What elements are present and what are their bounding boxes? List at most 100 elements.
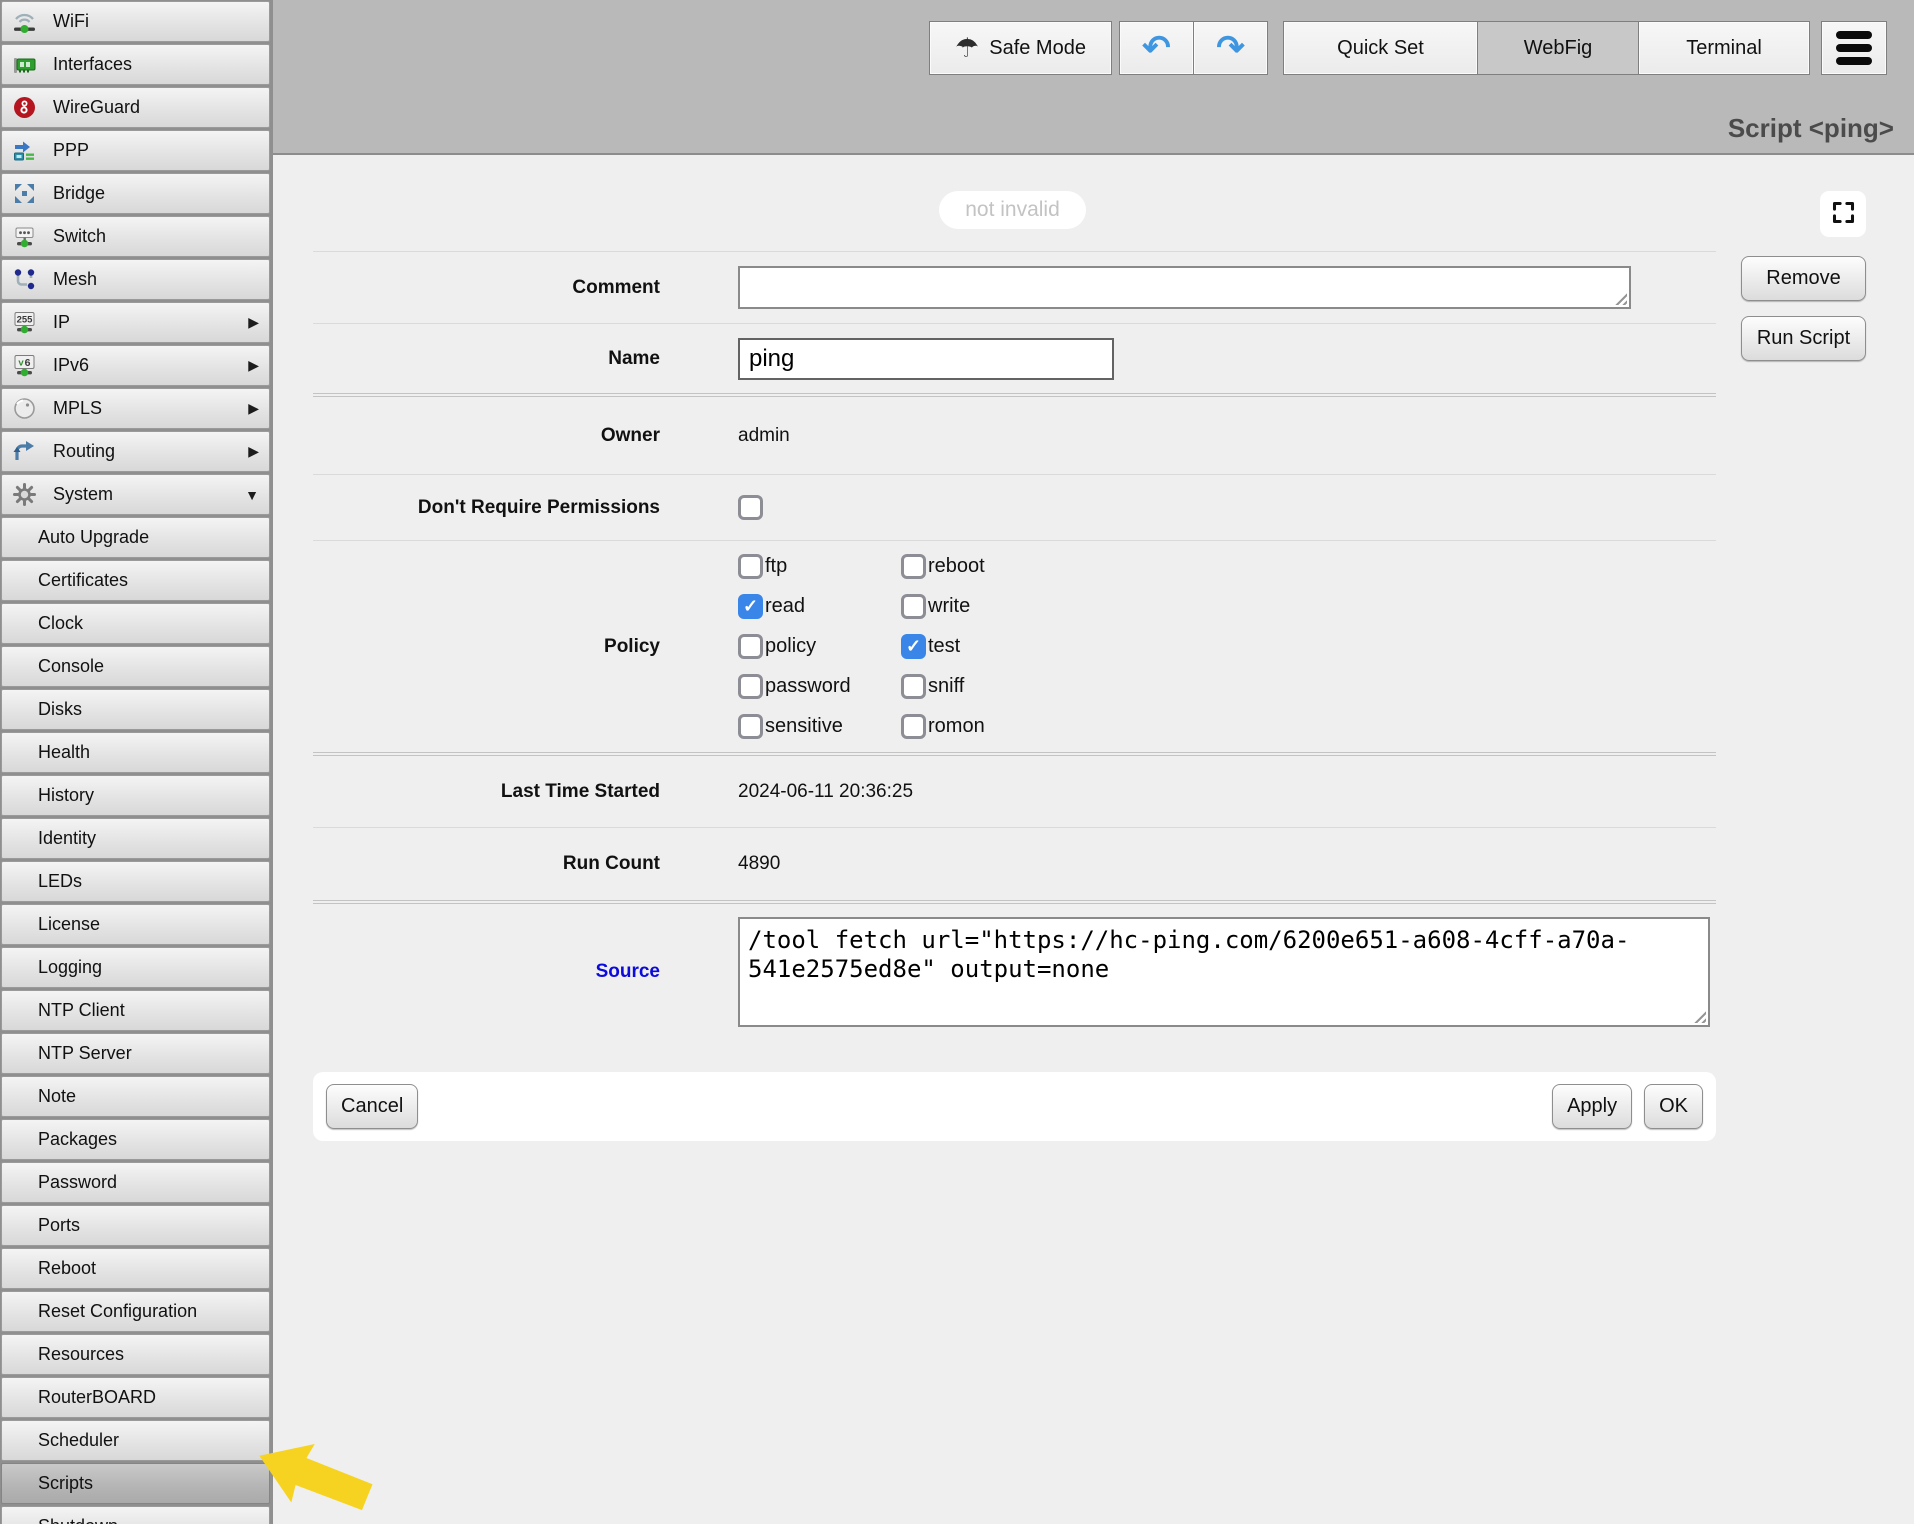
sidebar-item-mesh[interactable]: Mesh [1, 259, 270, 300]
terminal-button[interactable]: Terminal [1638, 21, 1810, 75]
safe-mode-label: Safe Mode [989, 37, 1086, 60]
sidebar-item-label: Shutdown [38, 1516, 118, 1524]
sidebar-item-switch[interactable]: Switch [1, 216, 270, 257]
policy-option-test[interactable]: ✓test [901, 634, 985, 659]
undo-button[interactable]: ↶ [1119, 21, 1194, 75]
owner-value: admin [738, 425, 790, 447]
sidebar-item-scripts[interactable]: Scripts [1, 1463, 270, 1504]
policy-option-label: sniff [928, 675, 964, 698]
sidebar-item-ports[interactable]: Ports [1, 1205, 270, 1246]
sidebar-item-console[interactable]: Console [1, 646, 270, 687]
sidebar-item-routing[interactable]: Routing▶ [1, 431, 270, 472]
sidebar-item-reset-configuration[interactable]: Reset Configuration [1, 1291, 270, 1332]
sidebar-item-logging[interactable]: Logging [1, 947, 270, 988]
sidebar-item-ppp[interactable]: PPP [1, 130, 270, 171]
sidebar-item-packages[interactable]: Packages [1, 1119, 270, 1160]
sidebar-item-routerboard[interactable]: RouterBOARD [1, 1377, 270, 1418]
sidebar-item-certificates[interactable]: Certificates [1, 560, 270, 601]
sidebar-item-password[interactable]: Password [1, 1162, 270, 1203]
source-row: Source /tool fetch url="https://hc-ping.… [313, 904, 1716, 1045]
sidebar-item-label: Interfaces [53, 54, 132, 75]
sidebar-item-label: Reset Configuration [38, 1301, 197, 1322]
sidebar-item-resources[interactable]: Resources [1, 1334, 270, 1375]
script-form: Comment Name [313, 251, 1716, 1045]
apply-button[interactable]: Apply [1552, 1084, 1632, 1129]
sidebar-item-label: Packages [38, 1129, 117, 1150]
sidebar-item-identity[interactable]: Identity [1, 818, 270, 859]
policy-checkbox-write[interactable] [901, 594, 926, 619]
sidebar-item-label: Reboot [38, 1258, 96, 1279]
policy-checkbox-reboot[interactable] [901, 554, 926, 579]
safe-mode-button[interactable]: ☂ Safe Mode [929, 21, 1112, 75]
sidebar-item-reboot[interactable]: Reboot [1, 1248, 270, 1289]
policy-checkbox-sniff[interactable] [901, 674, 926, 699]
sidebar-item-leds[interactable]: LEDs [1, 861, 270, 902]
run-script-button[interactable]: Run Script [1741, 316, 1866, 361]
sidebar-item-clock[interactable]: Clock [1, 603, 270, 644]
policy-option-sensitive[interactable]: sensitive [738, 714, 901, 739]
policy-option-reboot[interactable]: reboot [901, 554, 985, 579]
sidebar-item-history[interactable]: History [1, 775, 270, 816]
sidebar-item-ntp-client[interactable]: NTP Client [1, 990, 270, 1031]
remove-button[interactable]: Remove [1741, 256, 1866, 301]
webfig-button[interactable]: WebFig [1477, 21, 1639, 75]
sidebar-item-ip[interactable]: 255IP▶ [1, 302, 270, 343]
policy-checkbox-sensitive[interactable] [738, 714, 763, 739]
sidebar-item-scheduler[interactable]: Scheduler [1, 1420, 270, 1461]
sidebar-item-bridge[interactable]: Bridge [1, 173, 270, 214]
policy-checkbox-read[interactable]: ✓ [738, 594, 763, 619]
sidebar-item-label: Identity [38, 828, 96, 849]
sidebar-item-ntp-server[interactable]: NTP Server [1, 1033, 270, 1074]
sidebar-item-note[interactable]: Note [1, 1076, 270, 1117]
sidebar-item-mpls[interactable]: MPLS▶ [1, 388, 270, 429]
redo-button[interactable]: ↷ [1193, 21, 1268, 75]
sidebar-item-label: NTP Client [38, 1000, 125, 1021]
policy-checkbox-policy[interactable] [738, 634, 763, 659]
owner-row: Owner admin [313, 397, 1716, 474]
sidebar-item-wifi[interactable]: WiFi [1, 1, 270, 42]
interfaces-icon [11, 51, 38, 78]
source-label: Source [313, 961, 738, 983]
policy-checkbox-romon[interactable] [901, 714, 926, 739]
policy-option-label: sensitive [765, 715, 843, 738]
policy-option-read[interactable]: ✓read [738, 594, 901, 619]
sidebar-item-label: History [38, 785, 94, 806]
policy-option-write[interactable]: write [901, 594, 985, 619]
run-count-row: Run Count 4890 [313, 828, 1716, 900]
policy-option-sniff[interactable]: sniff [901, 674, 985, 699]
sidebar-item-system[interactable]: System▼ [1, 474, 270, 515]
sidebar-item-label: Clock [38, 613, 83, 634]
quick-set-button[interactable]: Quick Set [1283, 21, 1478, 75]
sidebar-item-label: Logging [38, 957, 102, 978]
sidebar-item-auto-upgrade[interactable]: Auto Upgrade [1, 517, 270, 558]
sidebar-item-label: Scripts [38, 1473, 93, 1494]
dont-require-permissions-checkbox[interactable] [738, 495, 763, 520]
sidebar-item-ipv6[interactable]: v6IPv6▶ [1, 345, 270, 386]
sidebar-item-disks[interactable]: Disks [1, 689, 270, 730]
sidebar-item-license[interactable]: License [1, 904, 270, 945]
cancel-button[interactable]: Cancel [326, 1084, 418, 1129]
sidebar-item-label: Mesh [53, 269, 97, 290]
mpls-icon [11, 395, 38, 422]
policy-option-password[interactable]: password [738, 674, 901, 699]
policy-option-romon[interactable]: romon [901, 714, 985, 739]
policy-checkbox-password[interactable] [738, 674, 763, 699]
name-input[interactable] [738, 338, 1114, 380]
policy-checkbox-test[interactable]: ✓ [901, 634, 926, 659]
sidebar-item-wireguard[interactable]: WireGuard [1, 87, 270, 128]
policy-option-ftp[interactable]: ftp [738, 554, 901, 579]
sidebar-item-interfaces[interactable]: Interfaces [1, 44, 270, 85]
policy-checkbox-ftp[interactable] [738, 554, 763, 579]
fullscreen-button[interactable] [1820, 191, 1866, 237]
sidebar-item-shutdown[interactable]: Shutdown [1, 1506, 270, 1524]
ok-button[interactable]: OK [1644, 1084, 1703, 1129]
comment-input[interactable] [738, 266, 1631, 309]
sidebar-item-label: Resources [38, 1344, 124, 1365]
top-bar: ☂ Safe Mode ↶ ↷ Quick Set WebFig Termina… [273, 0, 1914, 155]
sidebar-item-label: WireGuard [53, 97, 140, 118]
source-input[interactable]: /tool fetch url="https://hc-ping.com/620… [738, 917, 1710, 1027]
hamburger-menu-button[interactable] [1821, 21, 1887, 75]
sidebar-item-health[interactable]: Health [1, 732, 270, 773]
policy-option-policy[interactable]: policy [738, 634, 901, 659]
sidebar-item-label: IPv6 [53, 355, 89, 376]
